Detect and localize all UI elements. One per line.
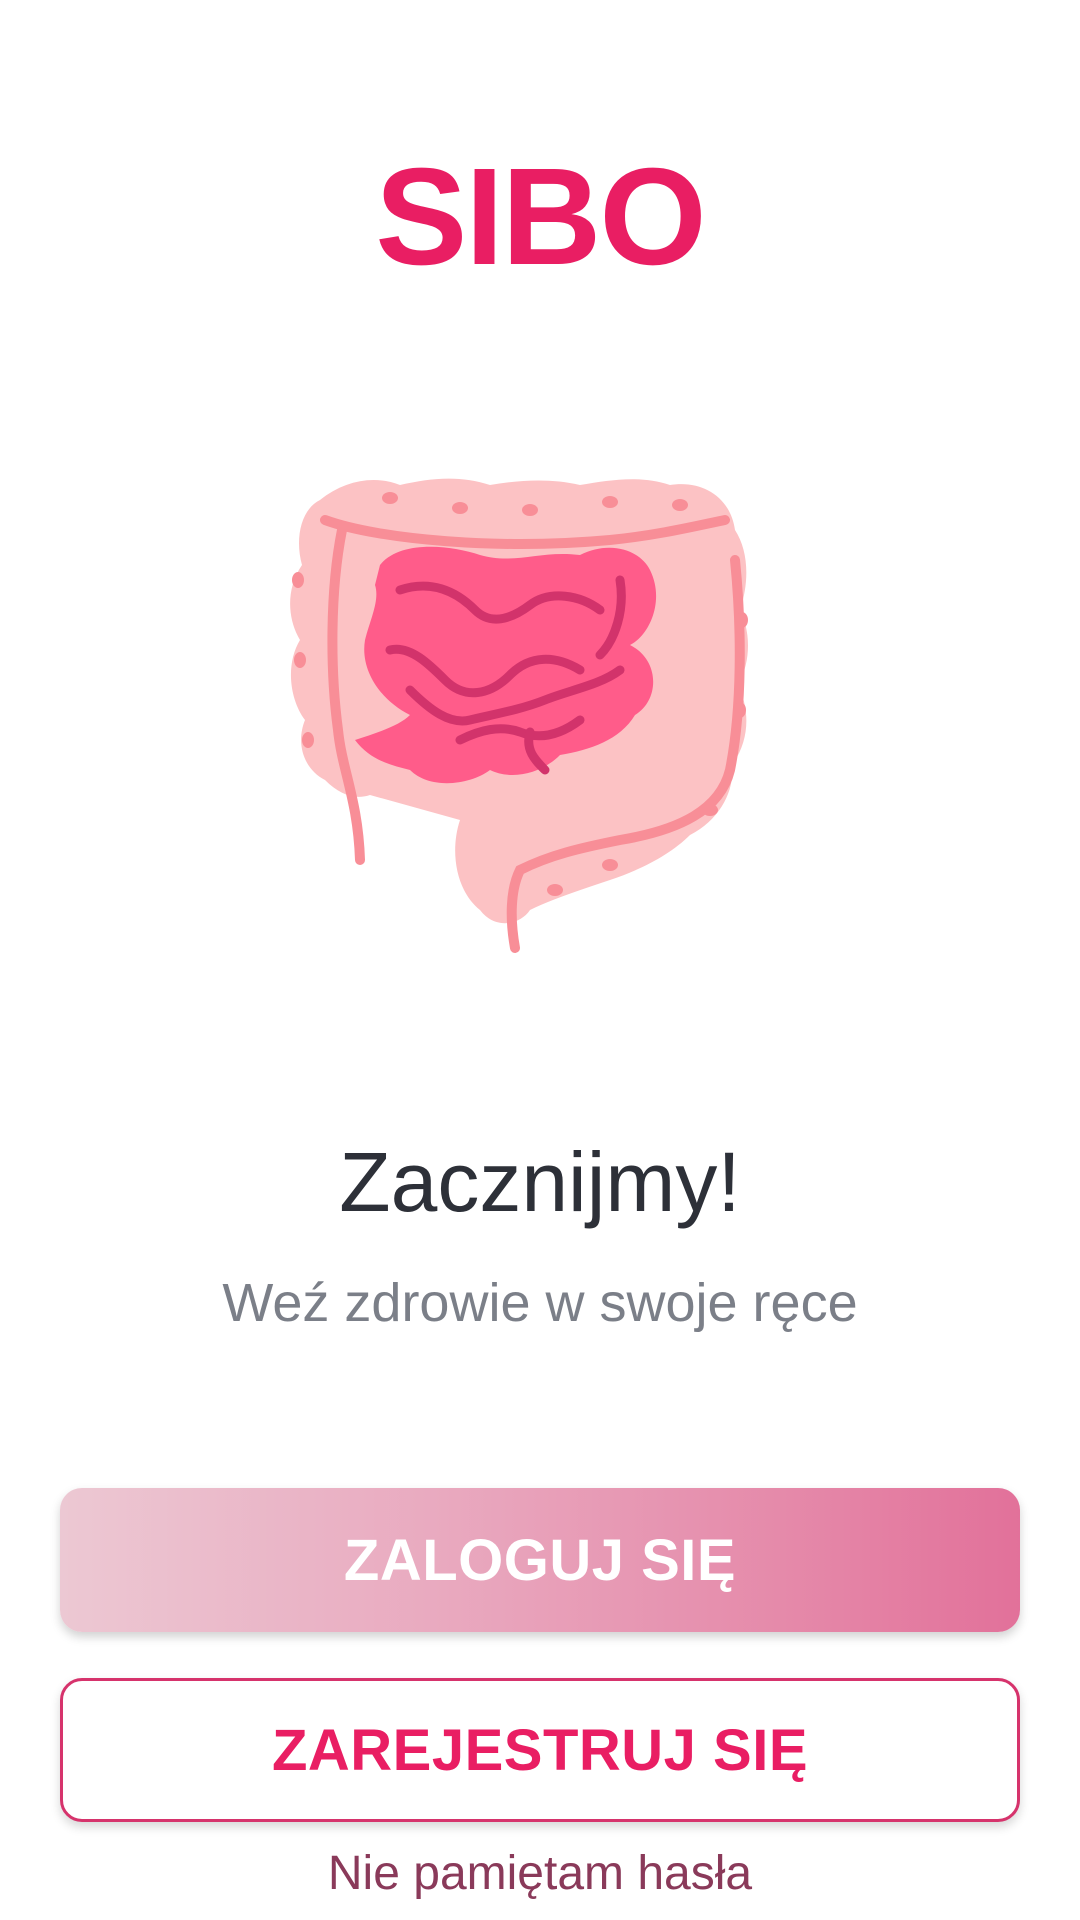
login-button[interactable]: ZALOGUJ SIĘ (60, 1488, 1020, 1632)
login-button-label: ZALOGUJ SIĘ (343, 1527, 737, 1593)
forgot-password-link[interactable]: Nie pamiętam hasła (0, 1850, 1080, 1898)
welcome-headline: Zacznijmy! (339, 1135, 741, 1229)
intestines-icon (280, 470, 800, 990)
register-button[interactable]: ZAREJESTRUJ SIĘ (60, 1678, 1020, 1822)
register-button-label: ZAREJESTRUJ SIĘ (271, 1717, 809, 1783)
welcome-screen: SIBO Zacznijmy! Weź zdrowie w swoje ręce… (0, 0, 1080, 1920)
welcome-subtitle: Weź zdrowie w swoje ręce (222, 1273, 858, 1333)
app-title: SIBO (375, 140, 706, 294)
